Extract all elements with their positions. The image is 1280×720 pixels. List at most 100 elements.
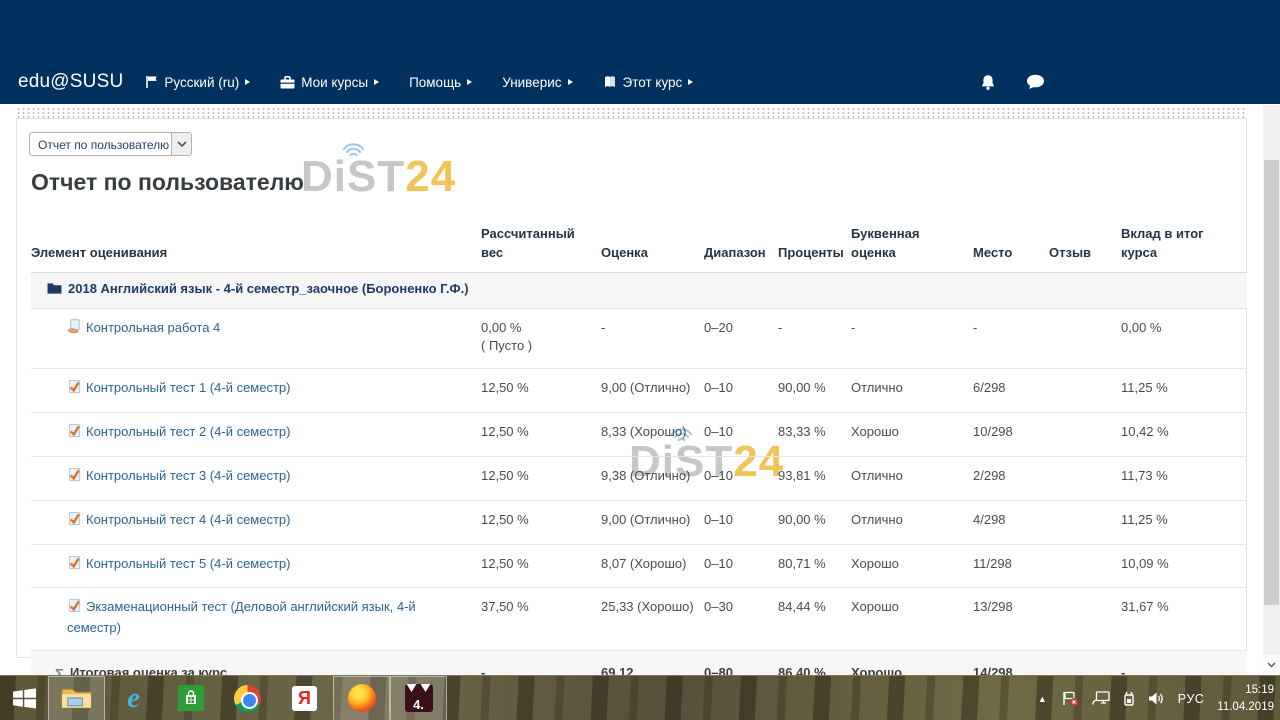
grade-item-link[interactable]: Контрольный тест 3 (4-й семестр) [86, 468, 290, 483]
chevron-down-icon [171, 133, 191, 155]
cell-range: 0–20 [704, 308, 778, 369]
report-select-value: Отчет по пользователю [30, 133, 171, 155]
grade-item-link[interactable]: Контрольный тест 4 (4-й семестр) [86, 512, 290, 527]
tray-date: 11.04.2019 [1217, 699, 1274, 716]
scrollbar-down-arrow[interactable] [1263, 655, 1280, 675]
grade-item-link[interactable]: Контрольный тест 1 (4-й семестр) [86, 380, 290, 395]
folder-icon [47, 282, 62, 301]
cell-range: 0–10 [704, 456, 778, 500]
taskbar-yandex-browser[interactable]: Я [276, 676, 333, 720]
cell-feedback [1049, 544, 1121, 588]
action-center-flag-icon[interactable] [1062, 691, 1079, 707]
cell-weight: 12,50 % [481, 500, 601, 544]
grade-item-link[interactable]: Экзаменационный тест (Деловой английский… [67, 599, 416, 635]
taskbar-firefox[interactable] [333, 676, 390, 720]
system-tray: ▲ РУС 15:19 11.04.2019 [1038, 676, 1274, 720]
cell-feedback [1049, 308, 1121, 369]
chrome-icon [234, 685, 261, 712]
volume-speaker-icon[interactable] [1148, 691, 1165, 706]
flag-icon [145, 75, 158, 89]
cell-letter: Хорошо [851, 413, 973, 457]
book-icon [603, 75, 617, 89]
messages-chat-icon[interactable] [1026, 74, 1045, 90]
table-row-item: Контрольная работа 40,00 % ( Пусто )-0–2… [31, 308, 1247, 369]
cell-letter: - [851, 308, 973, 369]
quiz-icon [67, 423, 82, 444]
cell-letter: Отлично [851, 456, 973, 500]
cell-letter: Отлично [851, 369, 973, 413]
grade-item-cell: Контрольный тест 1 (4-й семестр) [31, 369, 481, 413]
cell-range: 0–30 [704, 588, 778, 651]
chevron-right-icon [688, 79, 693, 85]
table-row-item: Контрольный тест 5 (4-й семестр)12,50 %8… [31, 544, 1247, 588]
cell-contribution: 0,00 % [1121, 308, 1247, 369]
navbar: edu@SUSU Русский (ru) Мои курсы Помощь У… [18, 67, 1280, 97]
power-battery-icon[interactable] [1123, 691, 1135, 707]
site-logo[interactable]: edu@SUSU [18, 71, 123, 93]
windows-logo-icon [12, 687, 37, 710]
cell-percent: 83,33 % [778, 413, 851, 457]
cell-percent: 80,71 % [778, 544, 851, 588]
cell-grade: 9,00 (Отлично) [601, 500, 704, 544]
cell-rank: 4/298 [973, 500, 1049, 544]
grade-item-link[interactable]: Контрольная работа 4 [86, 320, 220, 335]
chevron-right-icon [467, 79, 472, 85]
quiz-icon [67, 555, 82, 576]
cell-rank: 10/298 [973, 413, 1049, 457]
briefcase-icon [280, 76, 295, 89]
nav-help-menu[interactable]: Помощь [409, 75, 472, 90]
start-button[interactable] [0, 676, 48, 720]
nav-univeris-menu[interactable]: Универис [502, 75, 572, 90]
col-grade: Оценка [601, 223, 704, 272]
cell-contribution: 10,09 % [1121, 544, 1247, 588]
col-rank: Место [973, 223, 1049, 272]
notifications-bell-icon[interactable] [980, 74, 996, 91]
grade-item-cell: Контрольный тест 2 (4-й семестр) [31, 413, 481, 457]
grade-item-link[interactable]: Контрольный тест 2 (4-й семестр) [86, 424, 290, 439]
grade-item-cell: Контрольный тест 3 (4-й семестр) [31, 456, 481, 500]
taskbar-chrome[interactable] [219, 676, 276, 720]
grade-item-cell: Контрольный тест 5 (4-й семестр) [31, 544, 481, 588]
cell-letter: Отлично [851, 500, 973, 544]
col-letter-grade: Буквенная оценка [851, 223, 973, 272]
folder-explorer-icon [61, 685, 92, 711]
tray-expand-icon[interactable]: ▲ [1038, 694, 1047, 704]
nav-this-course-menu[interactable]: Этот курс [603, 75, 694, 90]
windows-store-icon [178, 685, 204, 711]
nav-language-menu[interactable]: Русский (ru) [145, 75, 250, 90]
cell-contribution: 11,25 % [1121, 369, 1247, 413]
col-range: Диапазон [704, 223, 778, 272]
cell-contribution: 10,42 % [1121, 413, 1247, 457]
cell-feedback [1049, 369, 1121, 413]
taskbar-internet-explorer[interactable]: e [105, 676, 162, 720]
vertical-scrollbar[interactable] [1263, 105, 1280, 675]
user-report-table: Элемент оценивания Рассчитанный вес Оцен… [31, 223, 1247, 720]
yandex-icon: Я [292, 686, 317, 711]
scrollbar-thumb[interactable] [1264, 160, 1279, 605]
cell-contribution: 11,25 % [1121, 500, 1247, 544]
grade-item-cell: Экзаменационный тест (Деловой английский… [31, 588, 481, 651]
cell-percent: 90,00 % [778, 369, 851, 413]
col-contribution: Вклад в итог курса [1121, 223, 1247, 272]
taskbar-4game[interactable]: 4. [390, 676, 447, 720]
cell-weight: 12,50 % [481, 369, 601, 413]
taskbar-file-explorer[interactable] [48, 676, 105, 720]
grade-item-link[interactable]: Контрольный тест 5 (4-й семестр) [86, 556, 290, 571]
category-title: 2018 Английский язык - 4-й семестр_заочн… [68, 281, 469, 296]
nav-my-courses-menu[interactable]: Мои курсы [280, 75, 379, 90]
taskbar-windows-store[interactable] [162, 676, 219, 720]
cell-grade: 9,00 (Отлично) [601, 369, 704, 413]
quiz-icon [67, 598, 82, 619]
assignment-icon [67, 319, 82, 340]
cell-grade: 9,38 (Отлично) [601, 456, 704, 500]
tray-clock[interactable]: 15:19 11.04.2019 [1217, 682, 1274, 715]
cell-letter: Хорошо [851, 544, 973, 588]
cell-rank: 6/298 [973, 369, 1049, 413]
cell-rank: - [973, 308, 1049, 369]
tray-language[interactable]: РУС [1178, 692, 1205, 706]
cell-grade: 8,33 (Хорошо) [601, 413, 704, 457]
network-icon[interactable] [1092, 691, 1110, 706]
site-header: edu@SUSU Русский (ru) Мои курсы Помощь У… [0, 0, 1280, 104]
cell-percent: 93,81 % [778, 456, 851, 500]
report-type-select[interactable]: Отчет по пользователю [29, 132, 192, 156]
